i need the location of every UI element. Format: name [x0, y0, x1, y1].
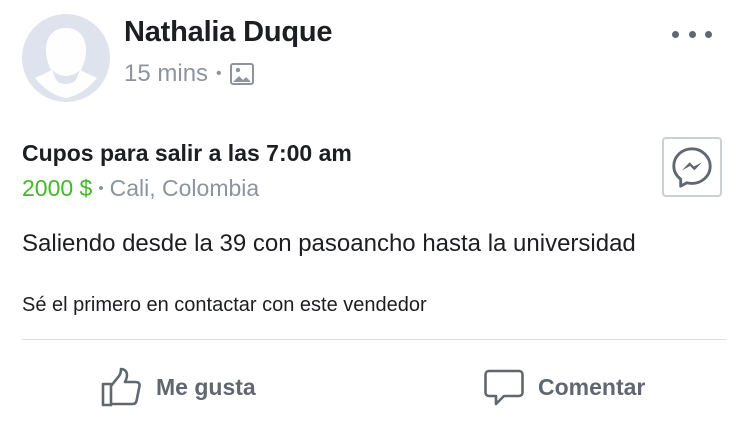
listing-title: Cupos para salir a las 7:00 am	[22, 140, 352, 166]
thumbs-up-icon	[101, 367, 141, 407]
messenger-icon	[672, 147, 712, 188]
messenger-button[interactable]	[662, 137, 722, 197]
author-name[interactable]: Nathalia Duque	[124, 16, 332, 49]
more-dot	[688, 30, 696, 38]
comment-button[interactable]: Comentar	[482, 362, 645, 412]
post-time[interactable]: 15 mins	[124, 60, 208, 88]
meta-separator: •	[216, 65, 222, 82]
divider	[22, 339, 726, 340]
price-separator: •	[98, 180, 104, 197]
contact-seller-note: Sé el primero en contactar con este vend…	[22, 294, 427, 316]
comment-icon	[484, 369, 524, 406]
listing-price-row: 2000 $ • Cali, Colombia	[22, 175, 259, 202]
more-options-button[interactable]	[672, 22, 712, 46]
post-meta: 15 mins •	[124, 60, 254, 88]
photo-icon	[229, 63, 254, 85]
author-avatar[interactable]	[22, 14, 110, 102]
listing-description: Saliendo desde la 39 con pasoancho hasta…	[22, 230, 636, 257]
listing-price: 2000 $	[22, 175, 93, 201]
default-avatar-icon	[22, 14, 110, 102]
more-dot	[672, 30, 679, 38]
comment-label: Comentar	[538, 373, 646, 400]
listing-location: Cali, Colombia	[109, 175, 260, 201]
like-button[interactable]: Me gusta	[100, 362, 256, 412]
like-label: Me gusta	[156, 373, 256, 400]
more-dot	[705, 30, 712, 38]
